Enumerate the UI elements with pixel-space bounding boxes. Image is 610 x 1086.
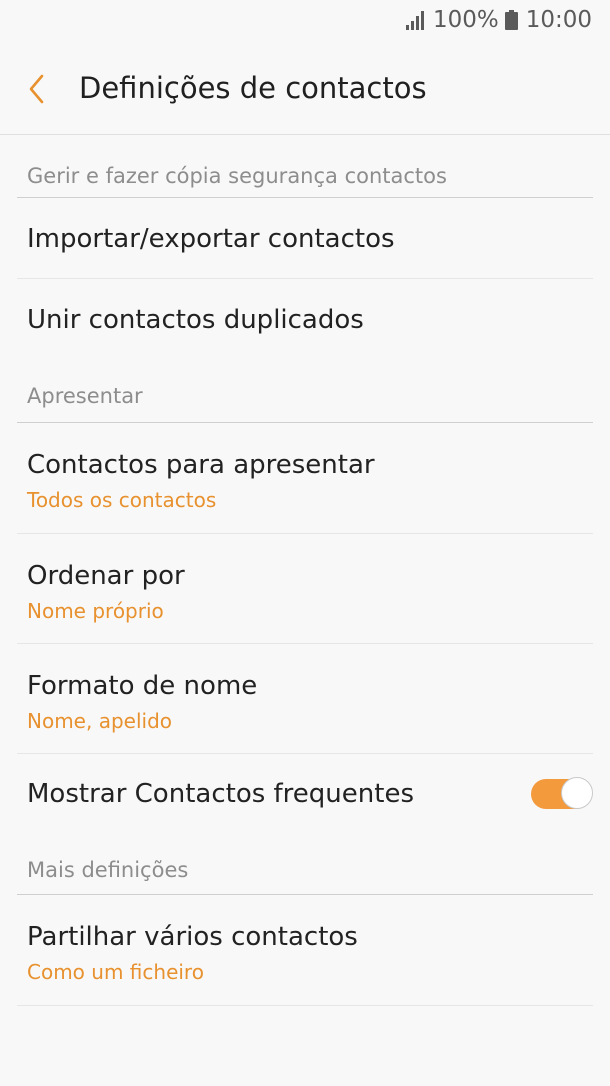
item-subtitle: Nome próprio (27, 599, 164, 623)
section-header-more: Mais definições (17, 836, 593, 895)
chevron-left-icon (29, 74, 44, 104)
item-subtitle: Nome, apelido (27, 709, 172, 733)
sort-by-item[interactable]: Ordenar por Nome próprio (17, 534, 593, 644)
item-subtitle: Todos os contactos (27, 488, 217, 512)
name-format-item[interactable]: Formato de nome Nome, apelido (17, 644, 593, 754)
show-frequent-contacts-item[interactable]: Mostrar Contactos frequentes (17, 754, 593, 836)
toggle-knob (561, 777, 593, 809)
item-title: Formato de nome (27, 671, 258, 701)
section-title: Mais definições (27, 858, 189, 882)
battery-icon (504, 10, 518, 30)
status-time: 10:00 (525, 7, 592, 33)
status-bar: 100% 10:00 (0, 0, 610, 42)
section-title: Gerir e fazer cópia segurança contactos (27, 164, 447, 188)
share-multiple-contacts-item[interactable]: Partilhar vários contactos Como um fiche… (17, 895, 593, 1006)
contacts-to-display-item[interactable]: Contactos para apresentar Todos os conta… (17, 423, 593, 534)
page-title: Definições de contactos (79, 71, 427, 105)
merge-duplicates-item[interactable]: Unir contactos duplicados (17, 279, 593, 359)
signal-icon (405, 11, 424, 30)
app-header: Definições de contactos (0, 44, 610, 135)
item-title: Contactos para apresentar (27, 450, 375, 480)
frequent-contacts-toggle[interactable] (531, 777, 593, 811)
battery-percent: 100% (432, 7, 499, 33)
section-header-backup: Gerir e fazer cópia segurança contactos (17, 136, 593, 198)
section-header-display: Apresentar (17, 359, 593, 423)
settings-list: Gerir e fazer cópia segurança contactos … (0, 136, 610, 1006)
item-title: Unir contactos duplicados (27, 305, 364, 335)
section-title: Apresentar (27, 384, 143, 408)
item-title: Partilhar vários contactos (27, 922, 358, 952)
item-title: Importar/exportar contactos (27, 224, 395, 254)
item-title: Mostrar Contactos frequentes (27, 779, 414, 809)
item-title: Ordenar por (27, 561, 185, 591)
item-subtitle: Como um ficheiro (27, 960, 204, 984)
import-export-contacts-item[interactable]: Importar/exportar contactos (17, 198, 593, 279)
back-button[interactable] (22, 72, 56, 106)
status-indicators: 100% 10:00 (405, 7, 592, 33)
